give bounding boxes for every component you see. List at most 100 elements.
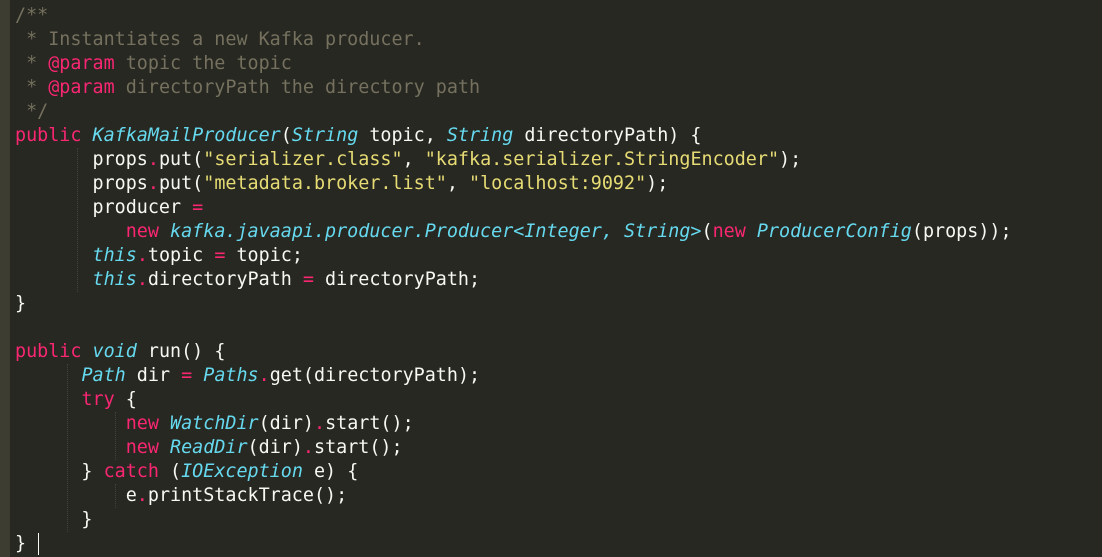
code-token: ProducerConfig <box>756 221 912 242</box>
code-token: * Instantiates a new Kafka producer. <box>15 29 425 50</box>
code-token: run() { <box>136 341 226 362</box>
code-token: catch <box>103 461 159 482</box>
code-editor[interactable]: /** * Instantiates a new Kafka producer.… <box>0 0 1102 557</box>
code-token: . <box>147 149 159 170</box>
code-line[interactable]: } <box>15 508 1012 532</box>
code-token: directoryPath) { <box>513 125 702 146</box>
code-token: WatchDir <box>170 413 259 434</box>
code-line[interactable]: } <box>15 292 1012 316</box>
code-token: Paths <box>203 365 259 386</box>
code-line[interactable]: * @param directoryPath the directory pat… <box>15 76 1012 100</box>
code-line[interactable]: this.topic = topic; <box>15 244 1012 268</box>
code-token: (props)); <box>911 221 1012 242</box>
code-token: put( <box>158 149 204 170</box>
code-token: { <box>114 389 137 410</box>
code-token: directoryPath; <box>313 269 481 290</box>
code-token: @param <box>48 77 115 98</box>
code-token: void <box>92 341 137 362</box>
code-token: "kafka.serializer.StringEncoder" <box>424 149 780 170</box>
code-token: } <box>15 533 27 554</box>
code-line[interactable]: new ReadDir(dir).start(); <box>15 436 1012 460</box>
code-token: } <box>15 509 93 530</box>
code-token: start(); <box>325 413 414 434</box>
code-token: "localhost:9092" <box>469 173 647 194</box>
code-token: String <box>446 125 514 146</box>
code-token: } <box>15 461 104 482</box>
code-line[interactable]: public KafkaMailProducer(String topic, S… <box>15 124 1012 148</box>
code-token: . <box>136 269 148 290</box>
code-line[interactable]: props.put("metadata.broker.list", "local… <box>15 172 1012 196</box>
code-line[interactable]: } catch (IOException e) { <box>15 460 1012 484</box>
code-line[interactable]: e.printStackTrace(); <box>15 484 1012 508</box>
code-token: public <box>15 341 82 362</box>
code-token: props <box>15 173 148 194</box>
code-line[interactable]: new kafka.javaapi.producer.Producer<Inte… <box>15 220 1012 244</box>
code-line[interactable]: * Instantiates a new Kafka producer. <box>15 28 1012 52</box>
code-token: . <box>136 485 148 506</box>
code-token: Path <box>81 365 126 386</box>
code-token: new <box>125 221 159 242</box>
code-line[interactable]: this.directoryPath = directoryPath; <box>15 268 1012 292</box>
code-token: } <box>15 293 27 314</box>
code-line[interactable]: /** <box>15 4 1012 28</box>
code-area[interactable]: /** * Instantiates a new Kafka producer.… <box>15 0 1012 556</box>
code-token: * <box>15 77 49 98</box>
code-token: e <box>15 485 137 506</box>
code-line[interactable]: } <box>15 532 1012 556</box>
code-token: props <box>15 149 148 170</box>
code-token: = <box>302 269 314 290</box>
code-token: , <box>402 149 425 170</box>
code-token: this <box>92 245 137 266</box>
code-line[interactable]: Path dir = Paths.get(directoryPath); <box>15 364 1012 388</box>
code-token: String <box>291 125 359 146</box>
code-token: printStackTrace(); <box>147 485 348 506</box>
code-line[interactable]: props.put("serializer.class", "kafka.ser… <box>15 148 1012 172</box>
code-token: . <box>147 173 159 194</box>
code-line[interactable]: producer = <box>15 196 1012 220</box>
code-token: ( <box>701 221 713 242</box>
code-token: topic <box>147 245 215 266</box>
code-token: ); <box>779 149 802 170</box>
code-token: . <box>313 413 326 434</box>
code-token: (dir) <box>247 437 303 458</box>
code-token: @param <box>48 53 115 74</box>
code-token: kafka.javaapi.producer.Producer<Integer,… <box>170 221 702 242</box>
code-token: . <box>258 365 270 386</box>
code-line[interactable] <box>15 316 1012 340</box>
code-token: topic the topic <box>114 53 292 74</box>
code-token: "metadata.broker.list" <box>203 173 447 194</box>
code-token: . <box>136 245 148 266</box>
code-token: */ <box>15 101 49 122</box>
code-token: e) { <box>302 461 359 482</box>
code-token: KafkaMailProducer <box>92 125 281 146</box>
code-token: try <box>81 389 115 410</box>
editor-gutter <box>0 0 10 557</box>
code-line[interactable]: * @param topic the topic <box>15 52 1012 76</box>
code-token: ReadDir <box>170 437 248 458</box>
code-token: topic; <box>225 245 303 266</box>
code-line[interactable]: public void run() { <box>15 340 1012 364</box>
code-token: . <box>302 437 314 458</box>
code-token: "serializer.class" <box>203 149 403 170</box>
code-token: * <box>15 53 49 74</box>
code-line[interactable]: try { <box>15 388 1012 412</box>
code-line[interactable]: new WatchDir(dir).start(); <box>15 412 1012 436</box>
code-token: directoryPath the directory path <box>114 77 481 98</box>
code-token: = <box>181 365 193 386</box>
code-line[interactable]: */ <box>15 100 1012 124</box>
code-token: directoryPath <box>147 269 303 290</box>
code-token: get(directoryPath); <box>269 365 481 386</box>
code-token: (dir) <box>258 413 314 434</box>
text-cursor <box>38 533 39 555</box>
code-token: new <box>125 413 159 434</box>
